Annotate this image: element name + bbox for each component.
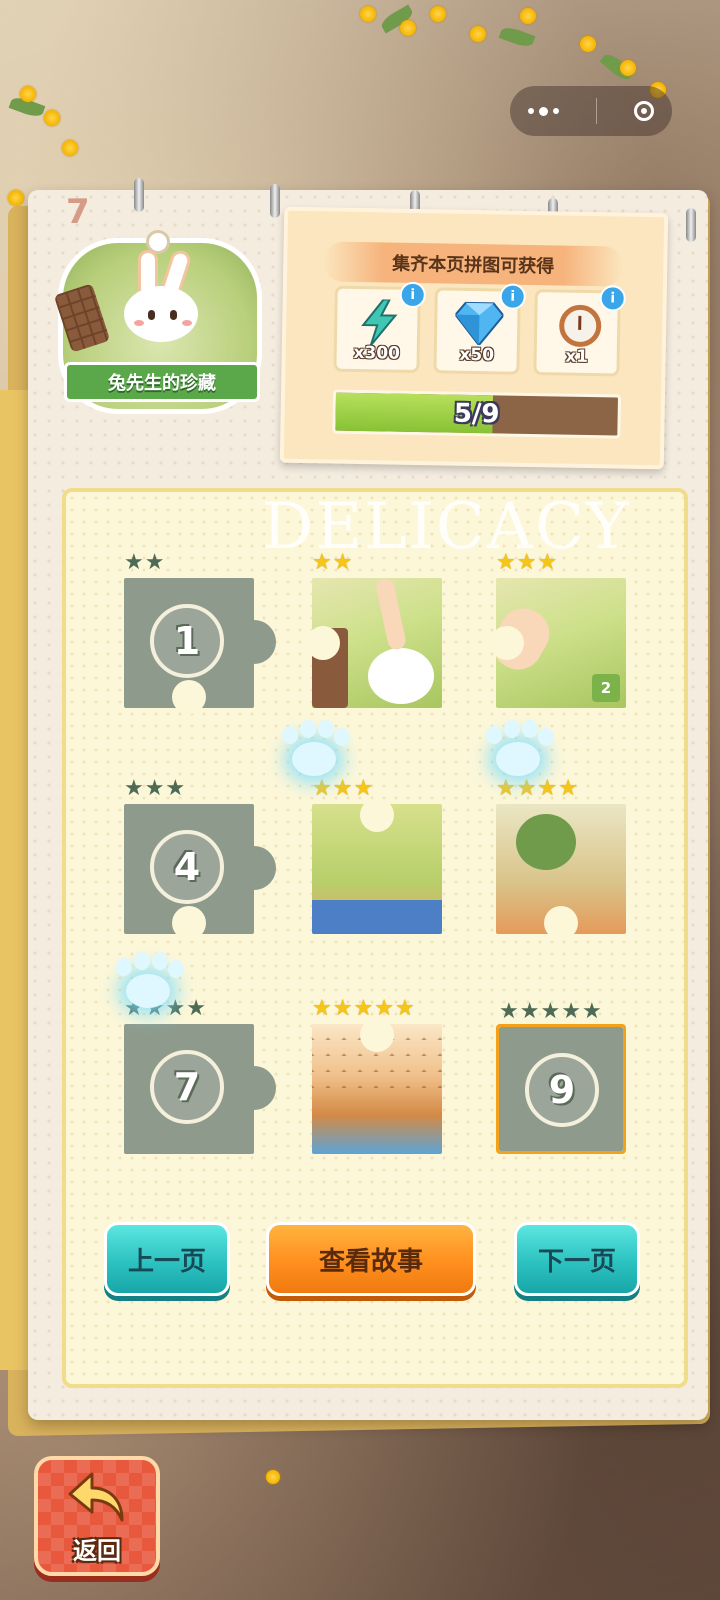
reward-count: x1 xyxy=(565,346,589,367)
star-filled-icon: ★ xyxy=(394,996,415,1021)
star-filled-icon: ★ xyxy=(496,776,516,801)
mini-program-capsule xyxy=(510,86,672,136)
back-label: 返回 xyxy=(73,1537,121,1565)
piece-number: 9 xyxy=(525,1053,599,1127)
star-empty-icon: ★ xyxy=(561,999,581,1024)
paw-glow-icon[interactable] xyxy=(112,952,184,1012)
star-filled-icon: ★ xyxy=(312,550,332,575)
star-filled-icon: ★ xyxy=(537,776,558,801)
piece-stars: ★ ★ ★ ★ xyxy=(496,778,578,800)
puzzle-piece-4[interactable]: ★ ★ ★ 4 xyxy=(124,778,276,940)
star-filled-icon: ★ xyxy=(332,550,353,575)
paw-glow-icon[interactable] xyxy=(278,720,350,780)
star-empty-icon: ★ xyxy=(540,999,561,1024)
reward-count: x50 xyxy=(459,344,495,366)
piece-stars: ★ ★ ★ xyxy=(496,552,557,574)
progress-text: 5/9 xyxy=(453,398,500,430)
collection-title: 兔先生的珍藏 xyxy=(64,362,260,402)
info-icon[interactable]: i xyxy=(499,283,526,310)
star-filled-icon: ★ xyxy=(332,996,353,1021)
star-filled-icon: ★ xyxy=(332,776,353,801)
piece-number: 4 xyxy=(150,830,224,904)
star-empty-icon: ★ xyxy=(124,776,144,801)
star-filled-icon: ★ xyxy=(312,776,332,801)
puzzle-piece-6[interactable]: ★ ★ ★ ★ xyxy=(496,778,626,940)
star-empty-icon: ★ xyxy=(186,996,206,1021)
binder-ring xyxy=(686,208,696,242)
star-filled-icon: ★ xyxy=(496,550,516,575)
star-empty-icon: ★ xyxy=(144,550,165,575)
star-filled-icon: ★ xyxy=(374,996,394,1021)
piece-number: 7 xyxy=(150,1050,224,1124)
star-empty-icon: ★ xyxy=(124,550,144,575)
star-empty-icon: ★ xyxy=(519,999,540,1024)
star-filled-icon: ★ xyxy=(558,776,578,801)
lightning-icon xyxy=(361,298,398,346)
binder-ring xyxy=(270,184,280,218)
prev-page-button[interactable]: 上一页 xyxy=(104,1222,230,1296)
star-filled-icon: ★ xyxy=(516,776,537,801)
bunny-image xyxy=(120,248,204,348)
collection-tag: 兔先生的珍藏 xyxy=(50,228,270,420)
page-number: 7 xyxy=(66,192,90,232)
puzzle-piece-5[interactable]: ★ ★ ★ xyxy=(312,778,442,934)
star-empty-icon: ★ xyxy=(581,999,602,1024)
reward-item-clock[interactable]: i x1 xyxy=(533,285,626,377)
reward-card: 集齐本页拼图可获得 i x300 i x50 i x1 5/9 xyxy=(279,206,669,470)
binder-ring xyxy=(134,178,144,212)
collection-progress-bar: 5/9 xyxy=(332,389,622,439)
piece-stars: ★ ★ ★ xyxy=(124,778,185,800)
reward-item-diamond[interactable]: i x50 xyxy=(433,283,526,375)
duplicate-count-badge: 2 xyxy=(592,674,620,702)
back-arrow-icon xyxy=(68,1472,124,1522)
star-filled-icon: ★ xyxy=(353,996,374,1021)
alarm-clock-icon xyxy=(558,304,602,348)
star-empty-icon: ★ xyxy=(144,776,165,801)
more-menu-icon[interactable] xyxy=(528,106,560,116)
star-filled-icon: ★ xyxy=(353,776,374,801)
piece-stars: ★ ★ xyxy=(124,552,164,574)
piece-stars: ★ ★ ★ xyxy=(312,778,373,800)
piece-stars: ★ ★ ★ ★ ★ xyxy=(499,1001,602,1023)
puzzle-piece-3[interactable]: ★ ★ ★ 2 xyxy=(490,552,626,708)
piece-stars: ★ ★ xyxy=(312,552,352,574)
puzzle-piece-9[interactable]: ★ ★ ★ ★ ★ 9 xyxy=(496,1001,626,1154)
puzzle-piece-1[interactable]: ★ ★ 1 xyxy=(124,552,276,714)
close-target-icon[interactable] xyxy=(633,101,654,121)
star-filled-icon: ★ xyxy=(312,996,332,1021)
star-empty-icon: ★ xyxy=(165,776,186,801)
paw-glow-icon[interactable] xyxy=(482,720,554,780)
view-story-button[interactable]: 查看故事 xyxy=(266,1222,476,1296)
puzzle-piece-7[interactable]: ★ ★ ★ ★ 7 xyxy=(124,998,276,1154)
next-page-button[interactable]: 下一页 xyxy=(514,1222,640,1296)
star-filled-icon: ★ xyxy=(516,550,537,575)
reward-count: x300 xyxy=(353,342,401,364)
diamond-icon xyxy=(454,301,504,346)
puzzle-piece-8[interactable]: ★ ★ ★ ★ ★ xyxy=(312,998,442,1154)
info-icon[interactable]: i xyxy=(599,285,626,312)
info-icon[interactable]: i xyxy=(399,281,426,309)
star-filled-icon: ★ xyxy=(537,550,558,575)
reward-item-energy[interactable]: i x300 xyxy=(333,281,426,374)
reward-title: 集齐本页拼图可获得 xyxy=(322,241,624,287)
star-empty-icon: ★ xyxy=(499,999,519,1024)
puzzle-piece-2[interactable]: ★ ★ xyxy=(306,552,442,708)
back-button[interactable]: 返回 xyxy=(34,1456,160,1576)
piece-stars: ★ ★ ★ ★ ★ xyxy=(312,998,415,1020)
piece-number: 1 xyxy=(150,604,224,678)
